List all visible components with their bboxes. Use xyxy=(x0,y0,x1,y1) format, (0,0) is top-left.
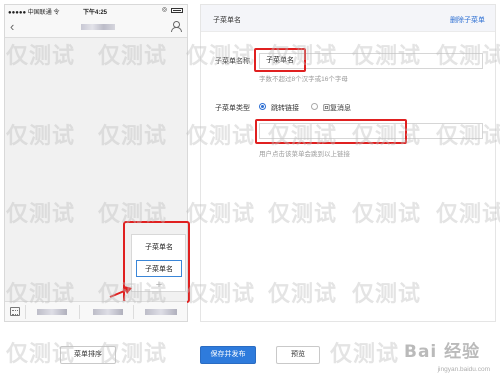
brand-url: jingyan.baidu.com xyxy=(437,366,490,373)
radio-jump-link-label[interactable]: 跳转链接 xyxy=(271,103,299,113)
radio-reply-message[interactable] xyxy=(311,103,318,110)
divider xyxy=(133,305,134,319)
clock-label: 下午4:25 xyxy=(83,10,108,16)
status-bar: ●●●●● 中国联通 令 下午4:25 ◎ xyxy=(5,5,187,16)
menu-bar xyxy=(5,301,187,321)
type-label: 子菜单类型 xyxy=(215,105,250,112)
preview-button[interactable]: 预览 xyxy=(276,346,320,364)
carrier-label: ●●●●● 中国联通 令 xyxy=(8,10,60,16)
highlight-box-link xyxy=(255,119,407,144)
chat-nav-bar: ‹ xyxy=(5,16,187,38)
save-publish-button[interactable]: 保存并发布 xyxy=(200,346,256,364)
highlight-box-name xyxy=(254,48,306,72)
menu-sort-button[interactable]: 菜单排序 xyxy=(60,346,116,364)
pointer-arrow-icon xyxy=(109,286,132,298)
editor-title: 子菜单名 xyxy=(213,17,241,24)
menu-tab-redacted[interactable] xyxy=(145,309,177,315)
link-hint: 用户点击该菜单会跳到以上链接 xyxy=(259,151,350,158)
submenu-editor-panel: 子菜单名 删除子菜单 子菜单名称 子菜单名 字数不超过8个汉字或16个字母 子菜… xyxy=(200,4,496,322)
watermark-text: 仅测试 xyxy=(330,342,400,367)
radio-reply-message-label[interactable]: 回复消息 xyxy=(323,103,351,113)
delete-submenu-link[interactable]: 删除子菜单 xyxy=(450,15,485,25)
brand-wordmark: Bai 经验 xyxy=(404,342,481,362)
back-icon[interactable]: ‹ xyxy=(10,19,14,34)
menu-tab-redacted[interactable] xyxy=(37,309,67,315)
location-icon: ◎ xyxy=(161,7,167,13)
editor-header: 子菜单名 删除子菜单 xyxy=(201,5,495,32)
divider xyxy=(25,305,26,319)
divider xyxy=(79,305,80,319)
account-name-redacted xyxy=(81,24,115,30)
battery-icon xyxy=(171,8,183,13)
name-hint: 字数不超过8个汉字或16个字母 xyxy=(259,76,348,83)
keyboard-icon[interactable] xyxy=(10,307,20,316)
phone-preview: ●●●●● 中国联通 令 下午4:25 ◎ ‹ 子菜单名 子菜单名 + xyxy=(4,4,190,322)
baidu-jingyan-logo: Bai 经验 jingyan.baidu.com xyxy=(404,333,490,373)
user-profile-icon[interactable] xyxy=(171,21,182,32)
radio-jump-link[interactable] xyxy=(259,103,266,110)
name-label: 子菜单名称 xyxy=(215,58,250,65)
menu-tab-redacted[interactable] xyxy=(93,309,123,315)
